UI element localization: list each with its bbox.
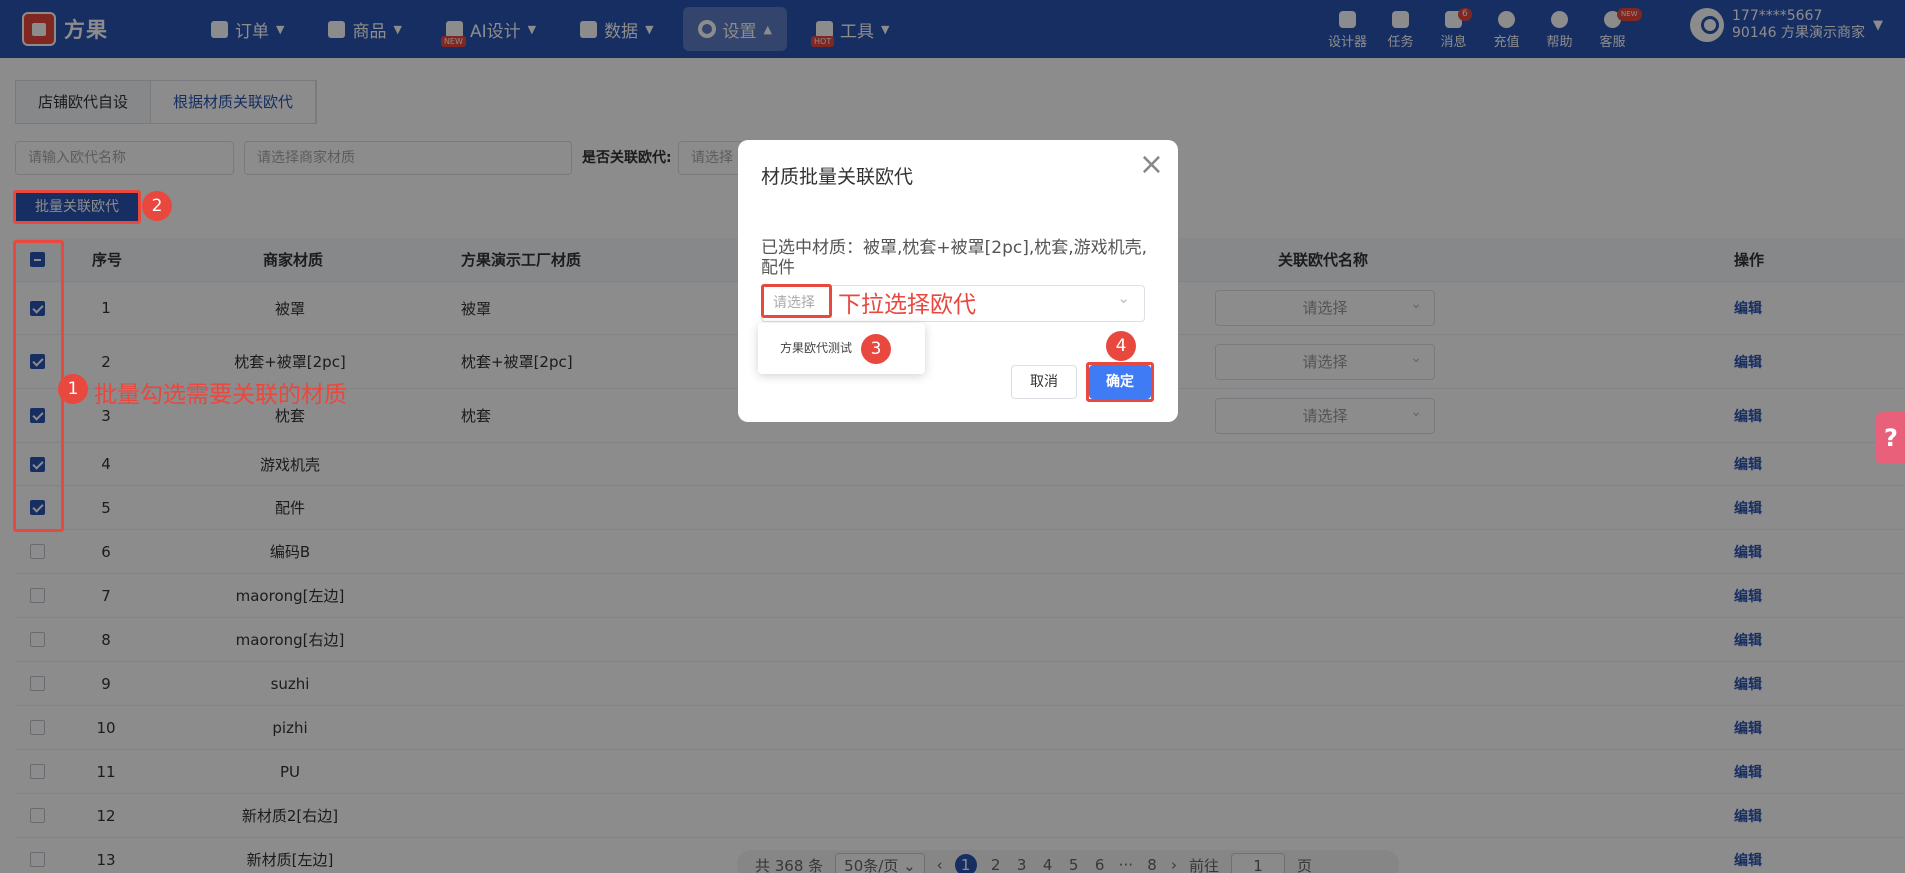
cancel-button[interactable]: 取消 — [1011, 365, 1077, 399]
eu-rep-dropdown: 方果欧代测试 — [758, 323, 925, 374]
annotation-step-1-text: 批量勾选需要关联的材质 — [94, 382, 347, 408]
floating-help-button[interactable]: ? — [1875, 412, 1905, 464]
annotation-step-4: 4 — [1106, 331, 1136, 361]
annotation-checkbox-box — [13, 240, 64, 532]
dropdown-option[interactable]: 方果欧代测试 — [780, 341, 852, 355]
annotation-select-box — [761, 284, 832, 318]
annotation-confirm-box — [1086, 362, 1154, 402]
close-icon[interactable]: × — [1139, 150, 1164, 180]
annotation-dropdown-hint: 下拉选择欧代 — [838, 292, 976, 318]
annotation-step-2: 2 — [142, 191, 172, 221]
annotation-step-3: 3 — [861, 334, 891, 364]
modal-mask[interactable] — [0, 0, 1905, 873]
dialog-title: 材质批量关联欧代 — [761, 166, 914, 188]
annotation-step-1: 1 — [58, 374, 88, 404]
batch-link-dialog: 材质批量关联欧代 × 已选中材质：被罩,枕套+被罩[2pc],枕套,游戏机壳,配… — [738, 140, 1178, 422]
annotation-batch-button-box — [13, 190, 141, 224]
selected-materials-text: 已选中材质：被罩,枕套+被罩[2pc],枕套,游戏机壳,配件 — [761, 238, 1148, 278]
